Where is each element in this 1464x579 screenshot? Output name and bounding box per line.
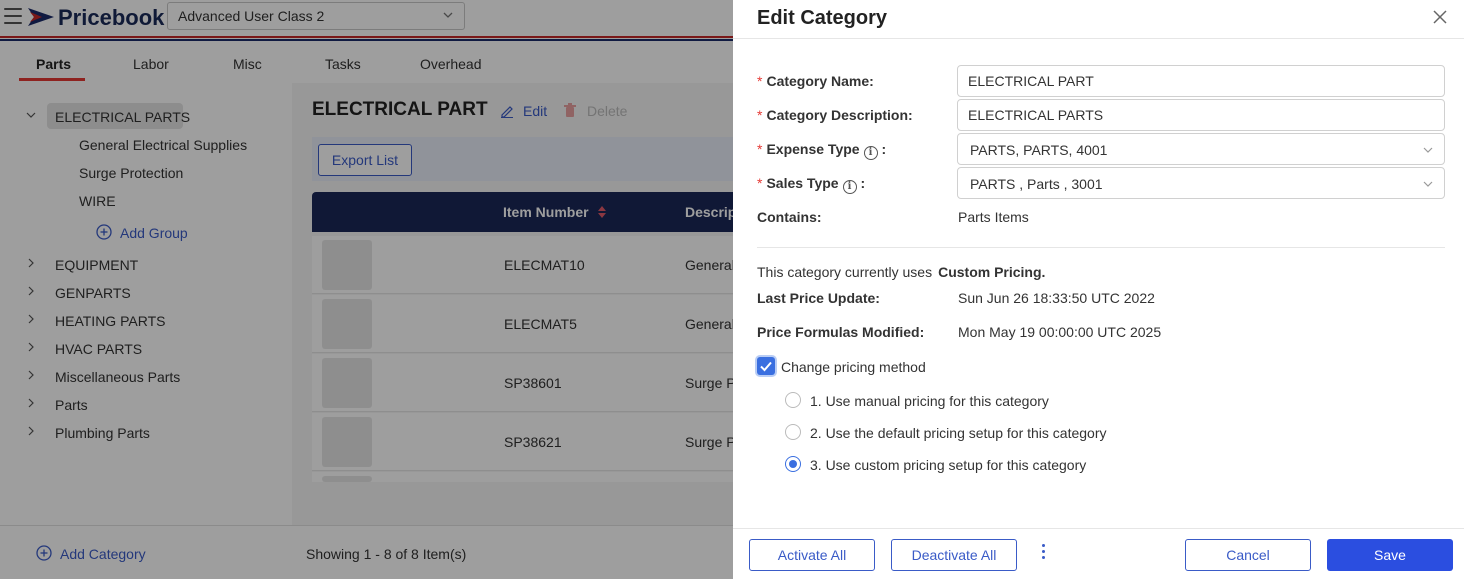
sales-type-label-text: Sales Type	[766, 175, 839, 191]
category-name-input[interactable]	[957, 65, 1445, 97]
label-colon: :	[875, 290, 880, 306]
pricing-option-label-custom[interactable]: 3. Use custom pricing setup for this cat…	[810, 457, 1086, 473]
sales-type-value: PARTS , Parts , 3001	[970, 176, 1103, 192]
category-description-label: * Category Description:	[757, 107, 913, 123]
expense-type-select[interactable]: PARTS, PARTS, 4001	[957, 133, 1445, 165]
contains-label-text: Contains	[757, 209, 817, 225]
required-marker: *	[757, 141, 763, 157]
contains-value: Parts Items	[958, 209, 1029, 225]
deactivate-all-button[interactable]: Deactivate All	[891, 539, 1017, 571]
last-price-update-label: Last Price Update:	[757, 290, 880, 306]
label-colon: :	[877, 141, 887, 157]
formulas-modified-label: Price Formulas Modified:	[757, 324, 924, 340]
change-pricing-label[interactable]: Change pricing method	[781, 359, 926, 375]
pricing-info-value: Custom Pricing.	[938, 264, 1046, 280]
required-marker: *	[757, 73, 763, 89]
label-colon: :	[869, 73, 874, 89]
last-price-update-label-text: Last Price Update	[757, 290, 876, 306]
activate-all-button[interactable]: Activate All	[749, 539, 875, 571]
close-icon[interactable]	[1430, 7, 1450, 27]
label-colon: :	[856, 175, 866, 191]
category-name-label-text: Category Name	[766, 73, 870, 89]
category-description-label-text: Category Description	[766, 107, 909, 123]
checkmark-icon	[760, 361, 772, 372]
section-divider	[757, 247, 1445, 248]
last-price-update-value: Sun Jun 26 18:33:50 UTC 2022	[958, 290, 1155, 306]
change-pricing-checkbox[interactable]	[757, 357, 775, 375]
expense-type-label: * Expense Type i :	[757, 141, 886, 160]
pricing-option-radio-manual[interactable]	[785, 392, 801, 408]
chevron-down-icon	[1423, 181, 1433, 187]
label-colon: :	[908, 107, 913, 123]
sales-type-label: * Sales Type i :	[757, 175, 865, 194]
expense-type-value: PARTS, PARTS, 4001	[970, 142, 1108, 158]
pricing-info: This category currently uses Custom Prici…	[757, 264, 1045, 280]
save-button[interactable]: Save	[1327, 539, 1453, 571]
pricing-info-prefix: This category currently uses	[757, 264, 933, 280]
info-icon[interactable]: i	[842, 180, 857, 194]
info-icon[interactable]: i	[863, 146, 878, 160]
label-colon: :	[816, 209, 822, 225]
chevron-down-icon	[1423, 147, 1433, 153]
pricing-option-label-default[interactable]: 2. Use the default pricing setup for thi…	[810, 425, 1107, 441]
drawer-divider	[733, 38, 1464, 39]
pricing-option-radio-default[interactable]	[785, 424, 801, 440]
required-marker: *	[757, 107, 763, 123]
pricing-option-label-manual[interactable]: 1. Use manual pricing for this category	[810, 393, 1049, 409]
sales-type-select[interactable]: PARTS , Parts , 3001	[957, 167, 1445, 199]
expense-type-label-text: Expense Type	[766, 141, 860, 157]
contains-label: Contains:	[757, 209, 822, 225]
pricing-option-radio-custom[interactable]	[785, 456, 801, 472]
more-options-icon[interactable]	[1040, 544, 1046, 564]
formulas-modified-label-text: Price Formulas Modified	[757, 324, 920, 340]
edit-category-drawer: Edit Category *Category Name: *Category …	[733, 0, 1464, 579]
required-marker: *	[757, 175, 763, 191]
modal-backdrop[interactable]	[0, 0, 733, 579]
drawer-footer: Activate All Deactivate All Cancel Save	[733, 528, 1464, 579]
formulas-modified-value: Mon May 19 00:00:00 UTC 2025	[958, 324, 1162, 340]
cancel-button[interactable]: Cancel	[1185, 539, 1311, 571]
category-description-input[interactable]	[957, 99, 1445, 131]
label-colon: :	[919, 324, 925, 340]
category-name-label: * Category Name:	[757, 73, 874, 89]
drawer-title: Edit Category	[757, 7, 888, 29]
